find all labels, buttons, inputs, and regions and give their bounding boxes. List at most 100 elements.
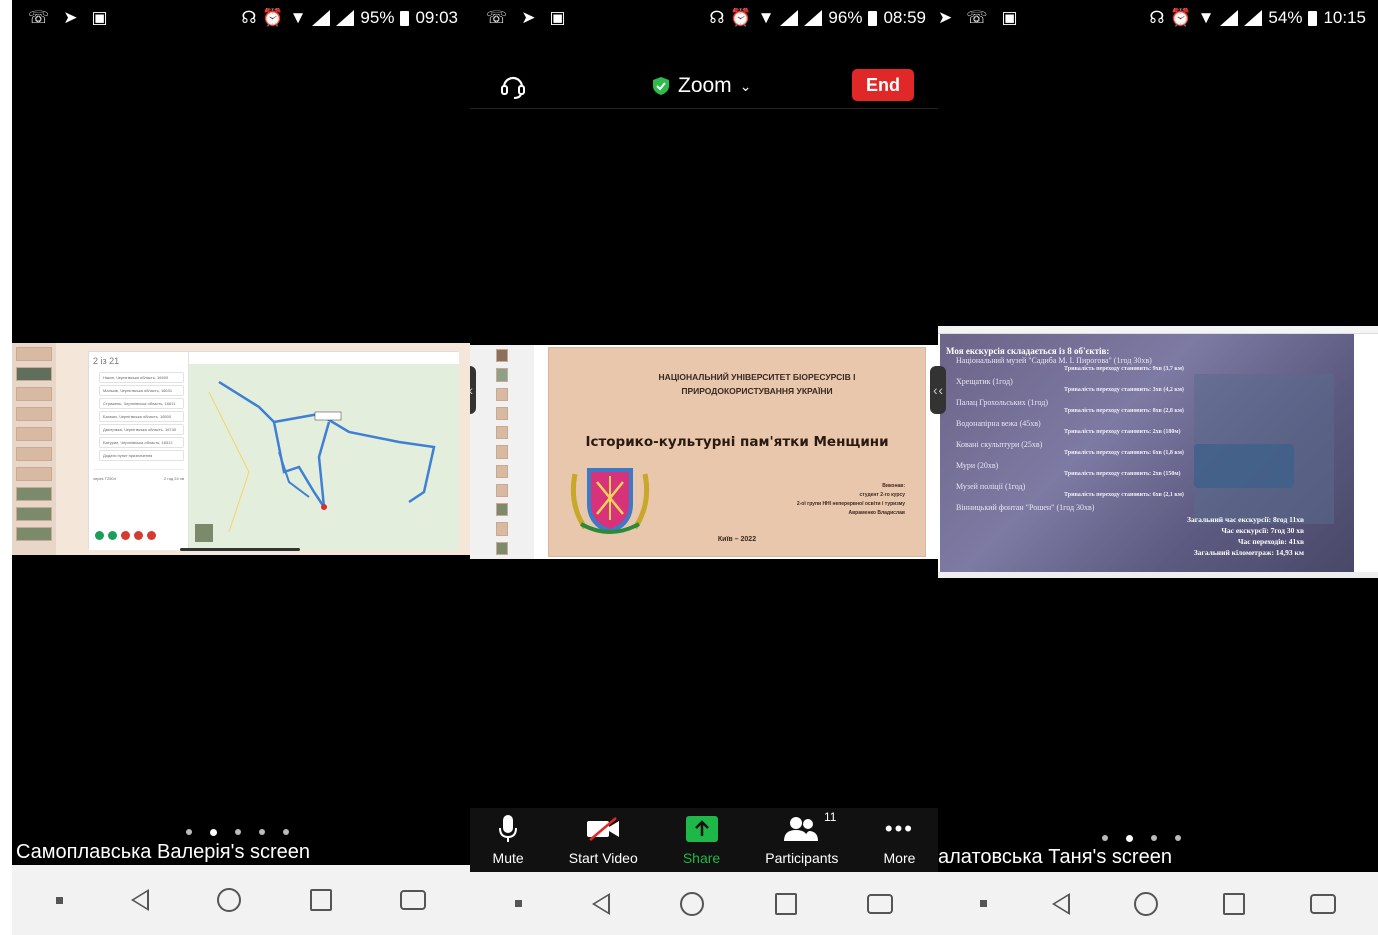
headphones-icon: ☊ [1149, 8, 1165, 27]
signal-icon [780, 10, 799, 26]
phone-screen-3: ➤ ☏ ▣ ☊ ⏰ ▼ 54% 10:15 Моя екскурсія скла… [938, 0, 1378, 935]
participants-label: Participants [765, 850, 839, 866]
wifi-icon: ▼ [1197, 8, 1215, 27]
page-dot[interactable] [259, 829, 265, 835]
alarm-icon: ⏰ [1170, 8, 1192, 27]
start-video-button[interactable]: Start Video [569, 814, 638, 866]
slide-transition: Тривалість переходу становить: 2хв (180м… [1064, 429, 1181, 435]
page-dot[interactable] [283, 829, 289, 835]
screen-switch-icon[interactable] [399, 890, 426, 910]
map-canvas[interactable] [189, 352, 459, 550]
page-dot[interactable] [210, 829, 217, 836]
page-dot[interactable] [186, 829, 192, 835]
home-icon[interactable] [1134, 891, 1159, 916]
headphones-icon: ☊ [241, 8, 257, 27]
menu-dot-icon[interactable] [515, 900, 523, 907]
status-strip [938, 572, 1378, 578]
home-icon[interactable] [217, 888, 242, 912]
shared-screen[interactable]: НАЦІОНАЛЬНИЙ УНІВЕРСИТЕТ БІОРЕСУРСІВ І П… [470, 345, 938, 559]
place-row[interactable]: Стрижень, Чернігівська область, 16611 [99, 398, 184, 409]
recents-icon[interactable] [1223, 892, 1246, 915]
audio-switch-icon[interactable] [498, 70, 528, 100]
alarm-icon: ⏰ [262, 8, 284, 27]
slide-footer: Київ – 2022 [717, 536, 757, 543]
battery-percent: 95% [360, 8, 395, 27]
home-indicator [180, 548, 300, 551]
page-dot[interactable] [1126, 835, 1133, 842]
route-label: через Т2504 [93, 476, 116, 481]
place-row[interactable]: Батурин, Чернігівська область, 16512 [99, 437, 184, 448]
slide-transition: Тривалість переходу становить: 6хв (1,8 … [1064, 450, 1184, 456]
participants-count-badge: 11 [823, 810, 837, 824]
back-icon[interactable] [1051, 892, 1070, 915]
shield-check-icon [653, 77, 669, 95]
share-icon [685, 816, 718, 842]
slide-thumbnails[interactable] [470, 345, 534, 559]
shared-screen[interactable]: Моя екскурсія складається із 8 об'єктів:… [938, 326, 1378, 578]
slide-thumbnails[interactable] [12, 343, 56, 555]
places-list: Ніжин, Чернігівська область, 16600 Малькі… [93, 372, 184, 461]
signal-icon [312, 10, 331, 26]
menu-dot-icon[interactable] [56, 896, 64, 904]
android-nav-bar [470, 872, 938, 935]
place-row[interactable]: Ніжин, Чернігівська область, 16600 [99, 372, 184, 383]
participants-button[interactable]: 11 Participants [765, 810, 839, 866]
screen-owner-caption: Самоплавська Валерія's screen [16, 841, 311, 863]
performer-line: 2-ої групи ННІ неперервної освіти і тури… [796, 501, 905, 507]
clock: 09:03 [415, 8, 458, 27]
clock: 10:15 [1323, 8, 1366, 27]
place-row[interactable]: Додати пункт призначення [99, 450, 184, 461]
back-icon[interactable] [131, 889, 150, 911]
page-dots[interactable] [186, 829, 289, 836]
battery-percent: 96% [828, 8, 863, 27]
slide-transition: Тривалість переходу становить: 8хв (2,8 … [1064, 408, 1184, 414]
screen-switch-icon[interactable] [1309, 893, 1336, 914]
collapse-left-handle[interactable]: ‹ [470, 366, 476, 414]
slide-title: Історико-культурні пам'ятки Менщини [585, 434, 889, 450]
divider [470, 108, 938, 109]
place-row[interactable]: Бахмач, Чернігівська область, 16500 [99, 411, 184, 422]
page-dot[interactable] [1175, 835, 1181, 841]
collapse-left-handle[interactable]: ‹ [938, 366, 946, 414]
clock: 08:59 [883, 8, 926, 27]
end-meeting-button[interactable]: End [852, 69, 914, 101]
signal-icon [336, 10, 355, 26]
page-dots[interactable] [1102, 835, 1181, 842]
place-row[interactable]: Мальків, Чернігівська область, 16631 [99, 385, 184, 396]
summary-line: Час переходів: 41хв [1237, 537, 1304, 546]
mute-label: Mute [492, 850, 524, 866]
signal-icon [1244, 10, 1263, 26]
presentation-slide[interactable]: Моя екскурсія складається із 8 об'єктів:… [940, 334, 1354, 572]
screen-owner-caption: алатовська Таня's screen [938, 846, 1172, 868]
presentation-slide[interactable]: НАЦІОНАЛЬНИЙ УНІВЕРСИТЕТ БІОРЕСУРСІВ І П… [548, 347, 926, 557]
map-window[interactable]: 2 із 21 Ніжин, Чернігівська область, 166… [88, 351, 459, 550]
menu-dot-icon[interactable] [980, 900, 988, 907]
gallery-icon: ▣ [1001, 8, 1018, 27]
page-dot[interactable] [235, 829, 241, 835]
meeting-title[interactable]: Zoom ⌄ [652, 74, 751, 98]
slide-transition: Тривалість переходу становить: 6хв (2,1 … [1064, 492, 1184, 498]
recents-icon[interactable] [774, 892, 797, 915]
performer-line: Авраменко Владислав [848, 510, 905, 516]
status-bar: ☏ ➤ ▣ ☊ ⏰ ▼ 96% 08:59 [470, 0, 938, 36]
start-video-label: Start Video [568, 850, 638, 866]
mute-button[interactable]: Mute [493, 814, 524, 866]
chevron-down-icon: ⌄ [739, 77, 752, 94]
more-button[interactable]: ••• More [884, 814, 916, 866]
back-icon[interactable] [592, 892, 611, 915]
page-dot[interactable] [1151, 835, 1157, 841]
page-dot[interactable] [1102, 835, 1108, 841]
screen-switch-icon[interactable] [866, 893, 893, 914]
wifi-icon: ▼ [289, 8, 307, 27]
summary-line: Загальний кілометраж: 14,93 км [1193, 548, 1304, 557]
share-button[interactable]: Share [683, 814, 720, 866]
summary-line: Час екскурсії: 7год 30 хв [1221, 526, 1304, 535]
shared-screen[interactable]: 2 із 21 Ніжин, Чернігівська область, 166… [12, 343, 470, 555]
recents-icon[interactable] [309, 889, 332, 911]
battery-percent: 54% [1268, 8, 1303, 27]
place-row[interactable]: Дмитрівка, Чернігівська область, 16740 [99, 424, 184, 435]
slide-transition: Тривалість переходу становить: 9хв (3,7 … [1064, 366, 1184, 372]
collapse-right-handle[interactable]: ‹ [930, 366, 938, 414]
zoom-top-bar: Zoom ⌄ End [470, 62, 938, 110]
home-icon[interactable] [680, 891, 705, 916]
